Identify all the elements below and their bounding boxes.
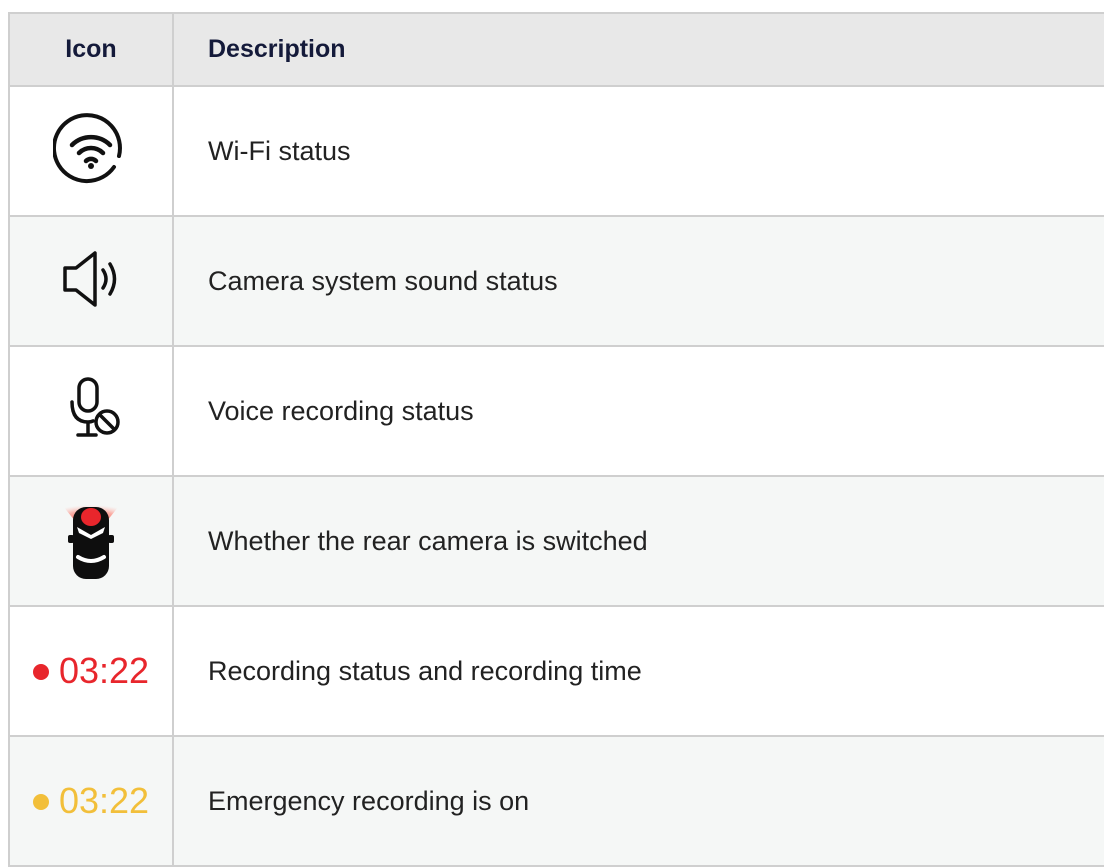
description-column-header: Description (172, 12, 1104, 87)
description-cell: Wi-Fi status (172, 85, 1104, 217)
description-cell: Camera system sound status (172, 215, 1104, 347)
table-row: Whether the rear camera is switched (8, 475, 1104, 607)
emergency-dot-icon (32, 794, 49, 810)
emergency-time: 03:22 (58, 780, 150, 821)
table-row: 03:22 Emergency recording is on (8, 735, 1104, 867)
recording-dot-icon (32, 664, 49, 680)
description-cell: Emergency recording is on (172, 735, 1104, 867)
icon-column-header: Icon (8, 12, 174, 87)
table-row: Camera system sound status (8, 215, 1104, 347)
description-cell: Recording status and recording time (172, 605, 1104, 737)
description-cell: Whether the rear camera is switched (172, 475, 1104, 607)
microphone-muted-icon (55, 373, 127, 445)
icon-legend-table: Icon Description Wi-Fi status Camera sys… (8, 12, 1104, 867)
speaker-icon (55, 247, 127, 311)
icon-cell: 03:22 (8, 605, 174, 737)
table-header-row: Icon Description (8, 12, 1104, 87)
icon-cell (8, 345, 174, 477)
icon-cell (8, 215, 174, 347)
recording-time: 03:22 (58, 650, 150, 691)
table-row: Voice recording status (8, 345, 1104, 477)
icon-cell (8, 85, 174, 217)
description-cell: Voice recording status (172, 345, 1104, 477)
rear-camera-car-icon (55, 493, 127, 585)
wifi-icon (52, 111, 129, 187)
table-row: Wi-Fi status (8, 85, 1104, 217)
icon-cell: 03:22 (8, 735, 174, 867)
emergency-time-badge: 03:22 (32, 780, 150, 821)
recording-time-badge: 03:22 (32, 650, 150, 691)
icon-cell (8, 475, 174, 607)
table-row: 03:22 Recording status and recording tim… (8, 605, 1104, 737)
